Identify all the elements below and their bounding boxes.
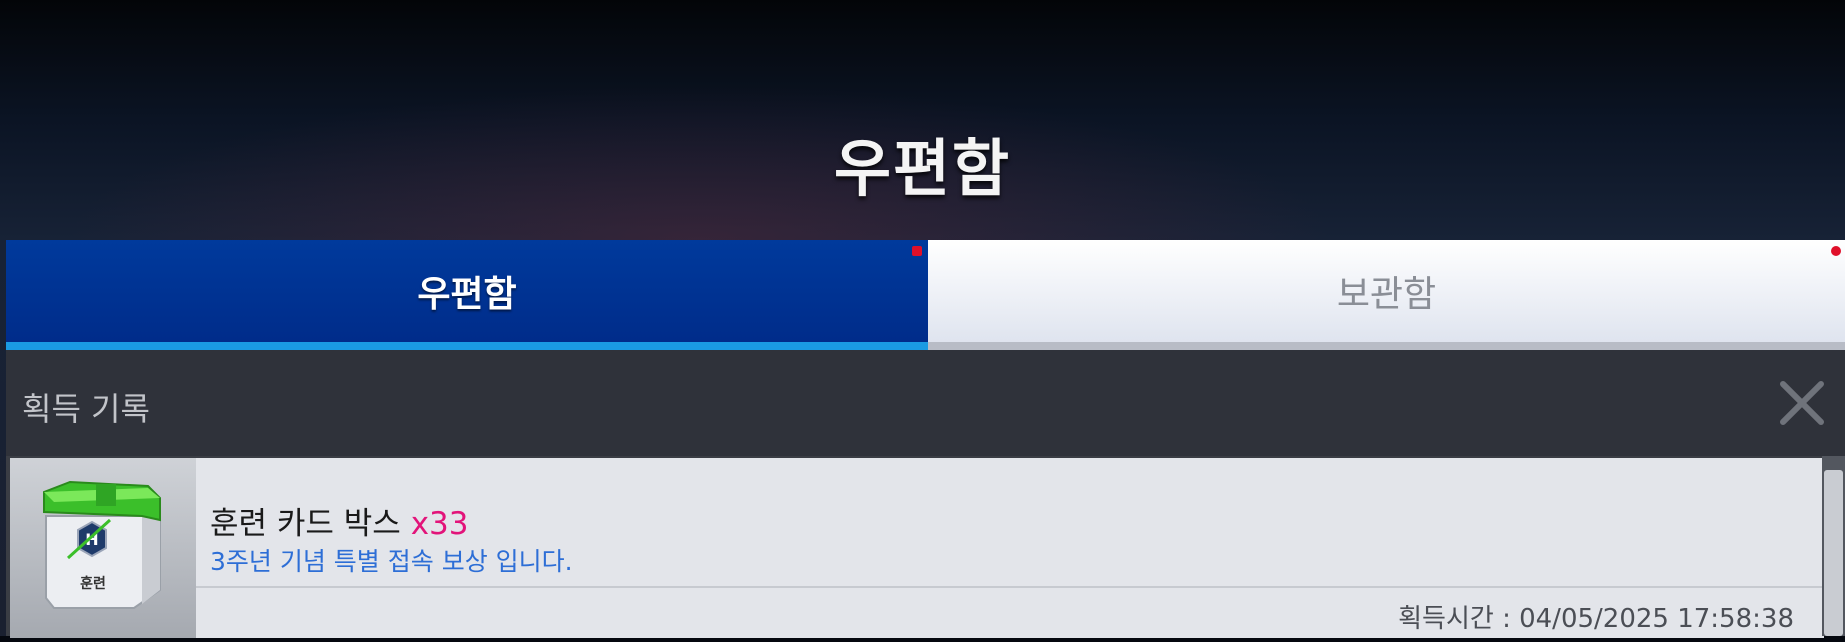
item-quantity: x33 bbox=[410, 506, 469, 542]
item-thumbnail: H 훈련 bbox=[10, 458, 196, 638]
item-description: 3주년 기념 특별 접속 보상 입니다. bbox=[210, 547, 573, 576]
close-button[interactable] bbox=[1777, 378, 1827, 428]
tab-storage-label: 보관함 bbox=[1336, 274, 1437, 315]
scrollbar-thumb[interactable] bbox=[1824, 470, 1843, 636]
tab-inbox[interactable]: 우편함 bbox=[6, 240, 928, 350]
page-title: 우편함 bbox=[833, 132, 1012, 205]
history-header: 획득 기록 bbox=[6, 350, 1845, 456]
item-name: 훈련 카드 박스 x33 bbox=[210, 498, 468, 543]
training-card-box-icon: H 훈련 bbox=[43, 480, 161, 609]
list-item[interactable]: H 훈련 훈련 카드 박스 x33 3주년 기념 특별 접속 보상 입니다. 획… bbox=[10, 458, 1824, 638]
tab-storage[interactable]: 보관함 bbox=[928, 240, 1845, 350]
history-title: 획득 기록 bbox=[22, 390, 150, 428]
history-list: H 훈련 훈련 카드 박스 x33 3주년 기념 특별 접속 보상 입니다. 획… bbox=[6, 456, 1845, 638]
notification-dot-icon bbox=[912, 246, 922, 256]
notification-dot-icon bbox=[1831, 246, 1841, 256]
close-icon bbox=[1780, 381, 1824, 425]
divider bbox=[196, 586, 1824, 588]
tab-inbox-label: 우편함 bbox=[417, 274, 517, 315]
item-title: 훈련 카드 박스 bbox=[210, 506, 401, 542]
tab-bar: 우편함 보관함 bbox=[6, 240, 1845, 350]
svg-text:훈련: 훈련 bbox=[80, 575, 106, 592]
item-time: 획득시간 : 04/05/2025 17:58:38 bbox=[1398, 604, 1794, 634]
